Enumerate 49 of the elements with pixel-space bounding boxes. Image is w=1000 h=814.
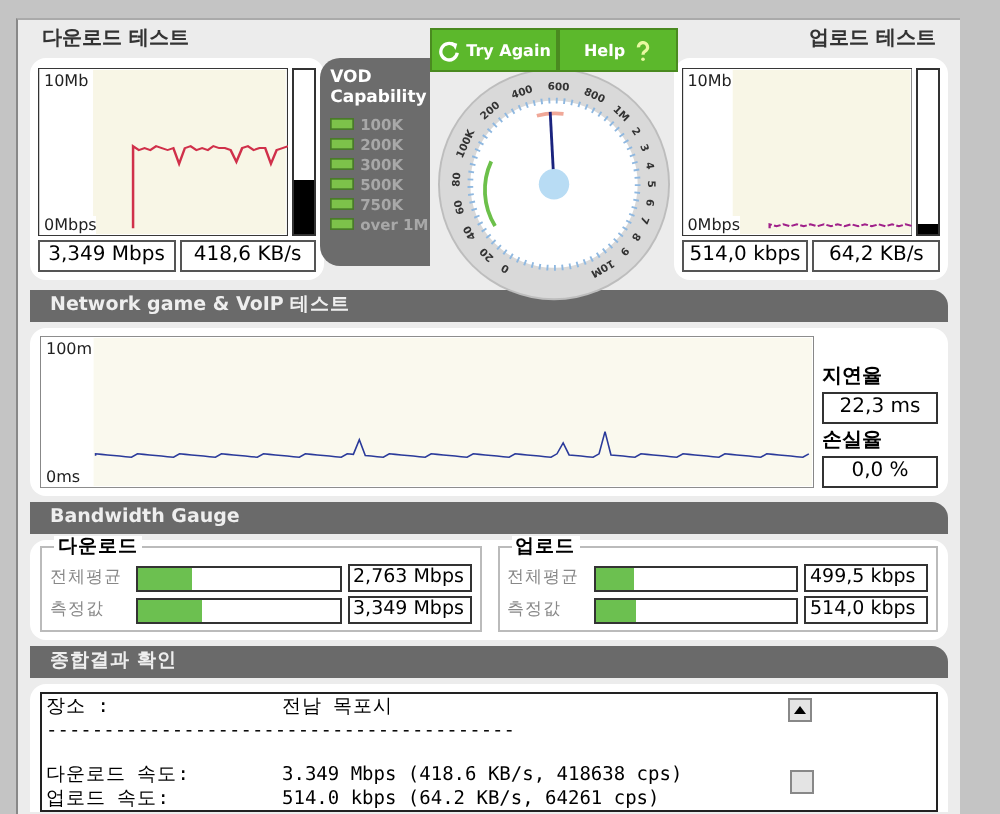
result-label: 업로드 속도:	[46, 787, 171, 810]
latency-value: 22,3 ms	[822, 392, 938, 424]
led-icon	[330, 198, 355, 210]
section-header: 종합결과 확인	[30, 646, 948, 678]
axis-label: 10Mb	[687, 72, 732, 90]
bandwidth-value: 514,0 kbps	[804, 596, 928, 624]
axis-label: 10Mb	[44, 72, 89, 90]
section-title: 업로드 테스트	[807, 26, 938, 54]
bandwidth-value: 3,349 Mbps	[347, 596, 471, 624]
bandwidth-label: 측정값	[50, 598, 106, 622]
vod-title: VOD Capability	[330, 68, 427, 108]
bandwidth-value: 499,5 kbps	[804, 564, 928, 592]
group-title: 다운로드	[54, 536, 142, 558]
speed-readout: 418,6 KB/s	[179, 240, 317, 272]
dashed-rule: -----------------------------------------	[46, 719, 515, 742]
led-icon	[330, 158, 355, 170]
result-value: 3.349 Mbps (418.6 KB/s, 418638 cps)	[282, 764, 683, 787]
result-value: 전남 목포시	[282, 696, 394, 719]
led-icon	[330, 138, 355, 150]
try-again-button[interactable]: Try Again	[430, 28, 559, 72]
bandwidth-value: 2,763 Mbps	[347, 564, 471, 592]
speed-readout: 64,2 KB/s	[812, 240, 941, 272]
led-icon	[330, 178, 355, 190]
group-title: 업로드	[511, 536, 579, 558]
result-label: 다운로드 속도:	[46, 764, 191, 787]
speed-readout: 3,349 Mbps	[38, 240, 176, 272]
help-button[interactable]: Help	[558, 28, 679, 72]
scroll-up-icon[interactable]	[788, 698, 812, 722]
scroll-thumb[interactable]	[790, 770, 814, 794]
led-icon	[330, 218, 355, 230]
section-header: Bandwidth Gauge	[30, 502, 948, 534]
latency-label: 지연율	[822, 364, 884, 390]
result-label: 장소 :	[46, 696, 111, 719]
section-title: 다운로드 테스트	[40, 26, 191, 54]
axis-label: 0Mbps	[44, 216, 97, 234]
bandwidth-label: 전체평균	[507, 566, 581, 590]
help-icon	[631, 39, 654, 61]
loss-value: 0,0 %	[822, 456, 938, 488]
axis-label: 0Mbps	[687, 216, 741, 234]
refresh-icon	[438, 39, 461, 61]
axis-label: 0ms	[46, 468, 81, 486]
axis-label: 100m	[46, 340, 93, 358]
result-value: 514.0 kbps (64.2 KB/s, 64261 cps)	[282, 787, 660, 810]
speed-readout: 514,0 kbps	[681, 240, 809, 272]
loss-label: 손실율	[822, 428, 884, 454]
bandwidth-label: 측정값	[507, 598, 563, 622]
led-icon	[330, 118, 355, 130]
section-header: Network game & VoIP 테스트	[30, 290, 948, 322]
bandwidth-label: 전체평균	[50, 566, 124, 590]
